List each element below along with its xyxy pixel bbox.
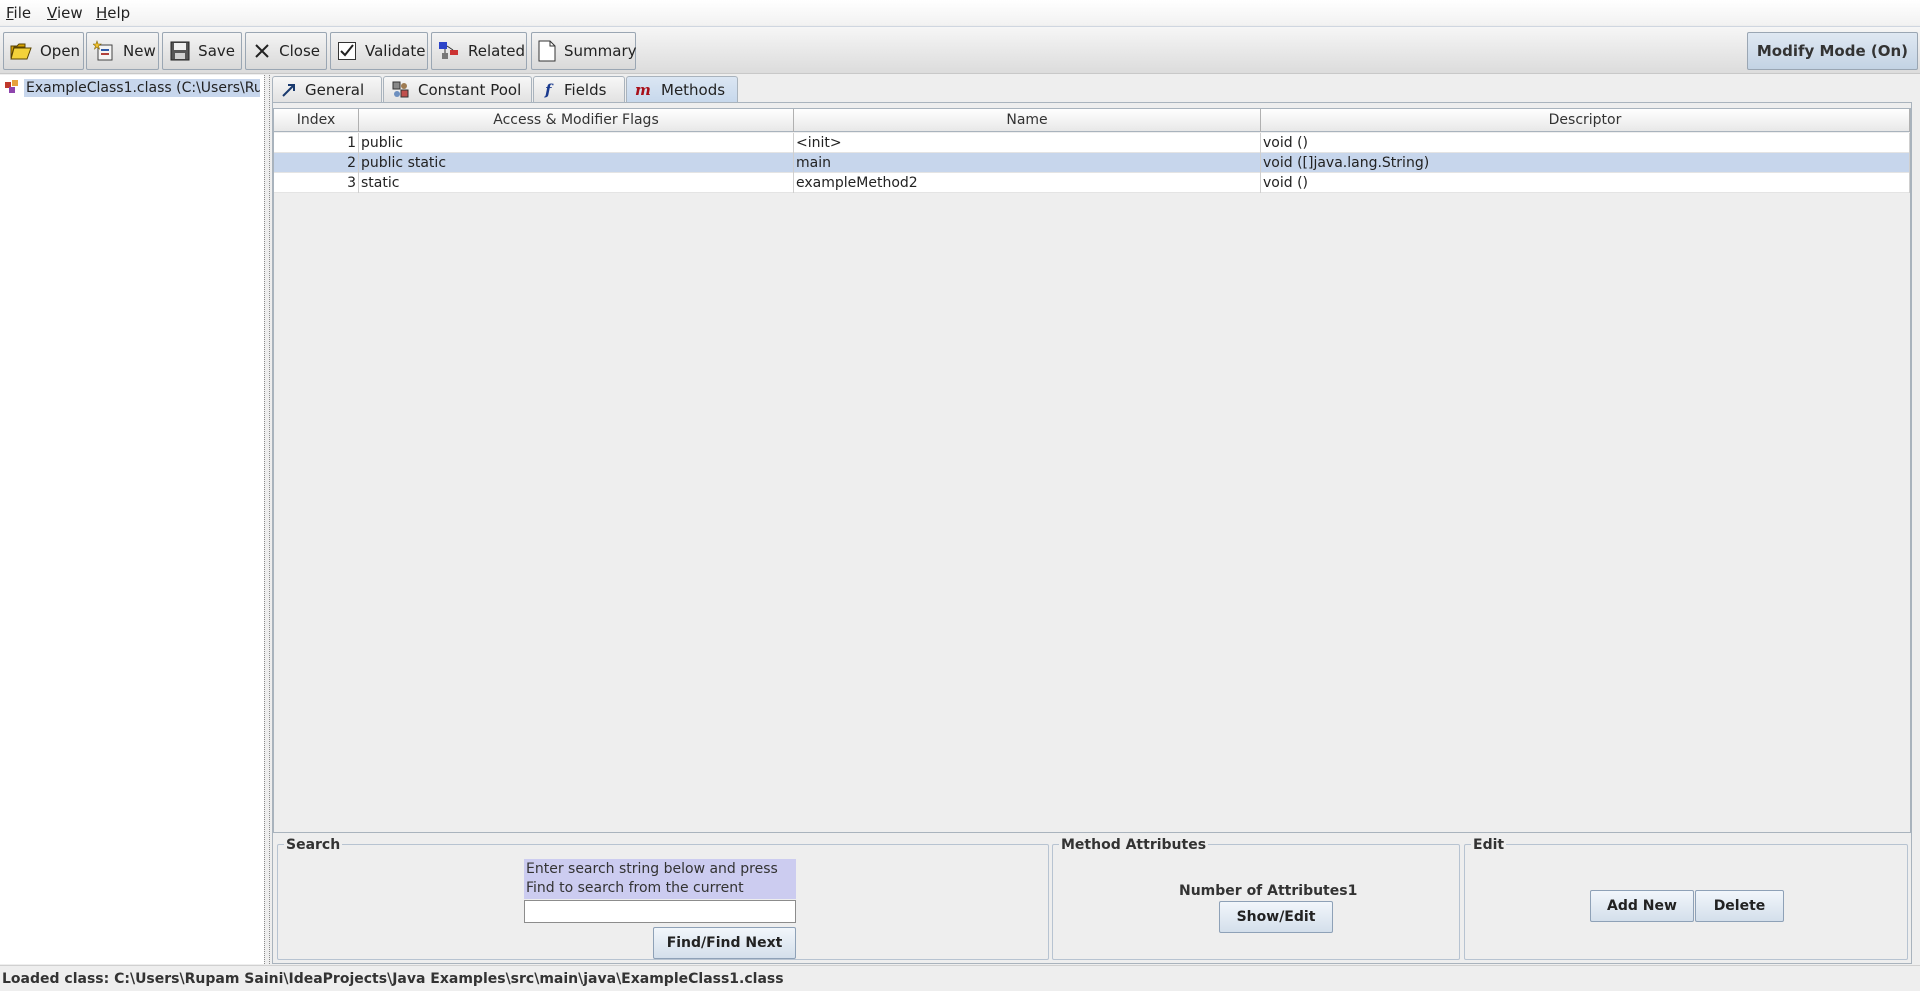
methods-tab-content: Index Access & Modifier Flags Name Descr… (272, 102, 1912, 964)
validate-button[interactable]: Validate (330, 32, 428, 70)
validate-button-label: Validate (365, 42, 426, 60)
column-header-descriptor[interactable]: Descriptor (1261, 109, 1910, 132)
table-row[interactable]: 3 static exampleMethod2 void () (274, 173, 1910, 193)
floppy-disk-icon (169, 40, 190, 62)
cell-name: main (794, 153, 1261, 173)
menu-view-mnemonic: V (47, 4, 57, 22)
class-file-icon (4, 78, 20, 98)
menu-help[interactable]: Help (96, 4, 130, 22)
related-button-label: Related (468, 42, 525, 60)
save-button-label: Save (198, 42, 235, 60)
status-text: Loaded class: C:\Users\Rupam Saini\IdeaP… (2, 971, 784, 987)
method-m-icon: m (635, 82, 653, 98)
search-input[interactable] (524, 900, 796, 923)
search-hint-text: Enter search string below and press Find… (524, 859, 796, 915)
related-button[interactable]: Related (431, 32, 527, 70)
menu-file[interactable]: File (6, 4, 31, 22)
open-button[interactable]: Open (3, 32, 84, 70)
table-header: Index Access & Modifier Flags Name Descr… (274, 109, 1910, 132)
attribute-count-value: 1 (1347, 883, 1358, 899)
menu-view[interactable]: View (47, 4, 83, 22)
modify-mode-toggle[interactable]: Modify Mode (On) (1746, 32, 1918, 70)
edit-panel: Edit Add New Delete (1464, 837, 1908, 960)
tab-fields[interactable]: f Fields (533, 76, 625, 102)
add-new-button[interactable]: Add New (1590, 890, 1694, 922)
close-button[interactable]: Close (245, 32, 327, 70)
cell-index: 2 (274, 153, 359, 173)
delete-button[interactable]: Delete (1695, 890, 1784, 922)
svg-text:m: m (635, 82, 651, 98)
menu-file-mnemonic: F (6, 4, 14, 22)
search-panel: Search Enter search string below and pre… (277, 837, 1049, 960)
table-row[interactable]: 1 public <init> void () (274, 133, 1910, 153)
edit-panel-title: Edit (1471, 837, 1507, 853)
attribute-count-label: Number of Attributes (1179, 883, 1348, 899)
field-f-icon: f (542, 82, 556, 98)
menu-view-label: iew (56, 4, 83, 22)
constant-pool-icon (392, 81, 410, 99)
tree-node-label: ExampleClass1.class (C:\Users\Rupam Sain… (24, 79, 260, 97)
menu-help-mnemonic: H (96, 4, 108, 22)
methods-table: Index Access & Modifier Flags Name Descr… (273, 108, 1911, 833)
cell-name: <init> (794, 133, 1261, 153)
split-pane-divider[interactable] (264, 75, 270, 964)
method-attributes-title: Method Attributes (1059, 837, 1209, 853)
tree-node-class[interactable]: ExampleClass1.class (C:\Users\Rupam Sain… (4, 78, 260, 98)
menu-file-label: ile (13, 4, 32, 22)
column-header-name[interactable]: Name (794, 109, 1261, 132)
document-icon (538, 40, 556, 62)
close-x-icon (252, 40, 271, 62)
folder-open-icon (10, 40, 32, 62)
cell-flags: static (359, 173, 794, 193)
cell-name: exampleMethod2 (794, 173, 1261, 193)
show-edit-button[interactable]: Show/Edit (1219, 901, 1333, 933)
tab-constant-pool-label: Constant Pool (418, 80, 522, 99)
cell-descriptor: void () (1261, 133, 1910, 153)
attribute-count: Number of Attributes1 (1179, 883, 1357, 899)
tab-general[interactable]: General (272, 76, 382, 102)
menu-help-label: elp (107, 4, 131, 22)
tab-general-label: General (305, 80, 365, 99)
table-row-selected[interactable]: 2 public static main void ([]java.lang.S… (274, 153, 1910, 173)
tab-methods[interactable]: m Methods (626, 76, 738, 102)
checkbox-check-icon (337, 40, 357, 62)
column-header-flags[interactable]: Access & Modifier Flags (359, 109, 794, 132)
summary-button[interactable]: Summary (531, 32, 637, 70)
related-classes-icon (438, 40, 460, 62)
cell-index: 3 (274, 173, 359, 193)
cell-descriptor: void () (1261, 173, 1910, 193)
tab-fields-label: Fields (564, 80, 607, 99)
svg-text:f: f (544, 82, 554, 98)
menu-bar: File View Help (0, 0, 1920, 25)
cell-descriptor: void ([]java.lang.String) (1261, 153, 1910, 173)
cell-flags: public static (359, 153, 794, 173)
close-button-label: Close (279, 42, 320, 60)
summary-button-label: Summary (564, 42, 637, 60)
column-header-index[interactable]: Index (274, 109, 359, 132)
class-tree: ExampleClass1.class (C:\Users\Rupam Sain… (0, 75, 264, 964)
save-button[interactable]: Save (162, 32, 242, 70)
search-panel-title: Search (284, 837, 343, 853)
new-class-icon (93, 40, 115, 62)
tab-constant-pool[interactable]: Constant Pool (383, 76, 532, 102)
new-button-label: New (123, 42, 156, 60)
new-button[interactable]: New (86, 32, 159, 70)
cell-index: 1 (274, 133, 359, 153)
open-button-label: Open (40, 42, 81, 60)
find-next-button[interactable]: Find/Find Next (653, 927, 796, 959)
tab-methods-label: Methods (661, 80, 726, 99)
method-attributes-panel: Method Attributes Number of Attributes1 … (1052, 837, 1460, 960)
toolbar: Open New Save Close Validate Related Sum… (0, 26, 1920, 74)
status-bar: Loaded class: C:\Users\Rupam Saini\IdeaP… (0, 965, 1920, 991)
cell-flags: public (359, 133, 794, 153)
arrow-up-right-icon (281, 82, 297, 98)
